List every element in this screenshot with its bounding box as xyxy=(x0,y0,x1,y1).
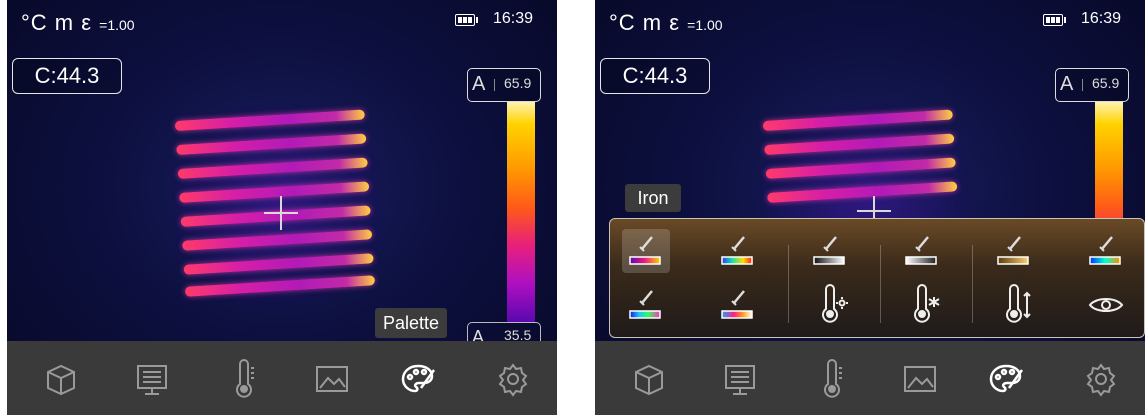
scale-max-box[interactable]: A 65.9 xyxy=(1055,68,1129,102)
image-icon[interactable] xyxy=(311,358,353,400)
center-temperature: C:44.3 xyxy=(12,58,122,94)
palette-tooltip: Palette xyxy=(375,308,448,338)
image-icon[interactable] xyxy=(899,358,941,400)
bottom-toolbar xyxy=(7,341,557,415)
thermal-object xyxy=(166,98,388,312)
palette-icon[interactable] xyxy=(985,358,1027,400)
gear-icon[interactable] xyxy=(1080,358,1122,400)
box-icon[interactable] xyxy=(628,358,670,400)
status-bar: °C m ε =1.00 16:39 xyxy=(595,0,1145,40)
units-indicator: °C m ε =1.00 xyxy=(609,10,723,35)
palette-option-iron-2[interactable] xyxy=(714,283,762,327)
palette-name-tooltip: Iron xyxy=(625,184,681,212)
box-icon[interactable] xyxy=(40,358,82,400)
bottom-toolbar xyxy=(595,341,1145,415)
thermometer-high-alarm-icon[interactable] xyxy=(806,283,854,327)
battery-icon xyxy=(1043,14,1066,26)
camera-screen-right: °C m ε =1.00 16:39 C:44.3 A 65.9 Iron xyxy=(595,0,1145,415)
thermometer-icon[interactable] xyxy=(811,358,853,400)
thermometer-low-alarm-icon[interactable] xyxy=(898,283,946,327)
palette-option-black-hot[interactable] xyxy=(898,229,946,273)
battery-icon xyxy=(455,14,478,26)
display-icon[interactable] xyxy=(719,358,761,400)
display-icon[interactable] xyxy=(131,358,173,400)
palette-option-white-hot[interactable] xyxy=(806,229,854,273)
color-scale-bar xyxy=(507,102,535,322)
clock: 16:39 xyxy=(1081,10,1122,27)
scale-max-box[interactable]: A 65.9 xyxy=(467,68,541,102)
palette-option-rainbow-hc[interactable] xyxy=(1082,229,1130,273)
thermometer-icon[interactable] xyxy=(223,358,265,400)
scale-max-value: 65.9 xyxy=(1092,75,1120,91)
clock: 16:39 xyxy=(493,10,534,27)
palette-menu xyxy=(609,218,1145,338)
palette-option-rainbow-2[interactable] xyxy=(622,283,670,327)
palette-option-amber[interactable] xyxy=(990,229,1038,273)
palette-option-iron[interactable] xyxy=(622,229,670,273)
auto-range-label: A xyxy=(472,73,486,95)
units-indicator: °C m ε =1.00 xyxy=(21,10,135,35)
palette-icon[interactable] xyxy=(397,358,439,400)
center-temperature: C:44.3 xyxy=(600,58,710,94)
eye-icon[interactable] xyxy=(1082,283,1130,327)
gear-icon[interactable] xyxy=(492,358,534,400)
status-bar: °C m ε =1.00 16:39 xyxy=(7,0,557,40)
scale-max-value: 65.9 xyxy=(504,75,532,91)
camera-screen-left: °C m ε =1.00 16:39 C:44.3 A 65.9 A 35.5 … xyxy=(7,0,557,415)
thermometer-range-icon[interactable] xyxy=(990,283,1038,327)
palette-option-rainbow[interactable] xyxy=(714,229,762,273)
